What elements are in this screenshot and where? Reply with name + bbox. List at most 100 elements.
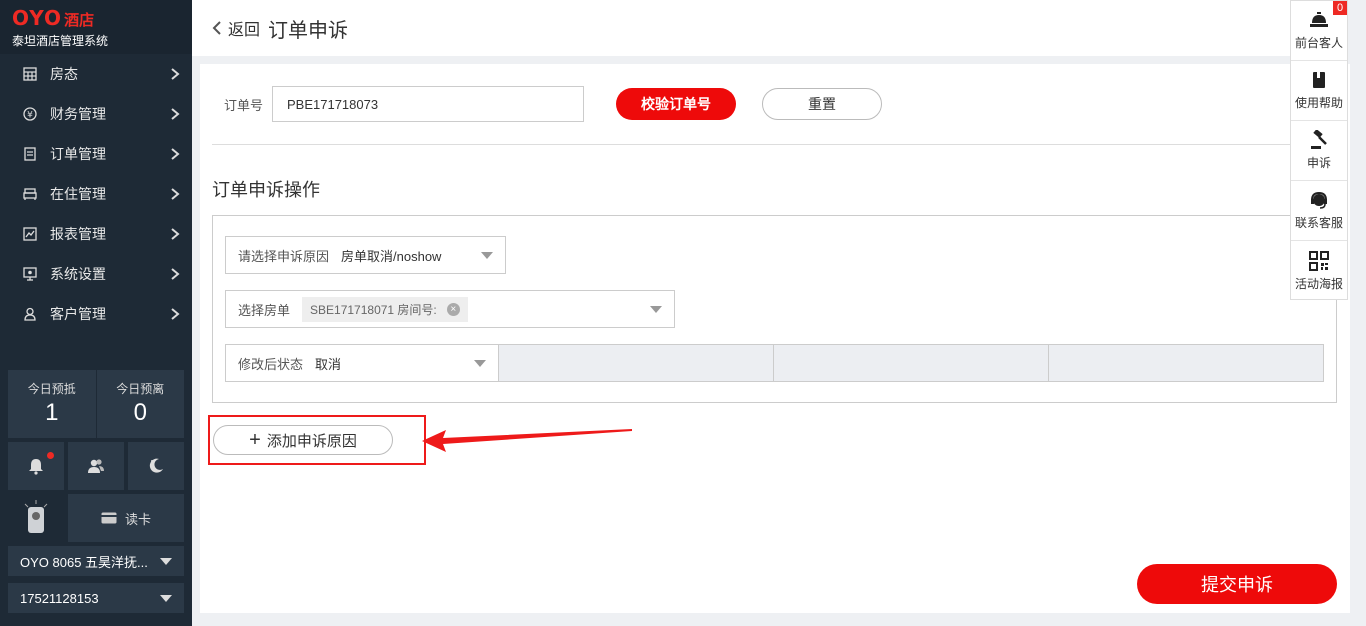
- notification-button[interactable]: [8, 442, 64, 490]
- read-card-button[interactable]: 读卡: [68, 494, 184, 542]
- night-audit-button[interactable]: [128, 442, 184, 490]
- sidebar-item-reports[interactable]: 报表管理: [0, 214, 192, 254]
- rail-help[interactable]: 使用帮助: [1291, 61, 1347, 121]
- sidebar: OYO 酒店 泰坦酒店管理系统 房态 ¥ 财务管理 订单管理 在住管理 报表管理…: [0, 0, 192, 626]
- appeal-form: 订单号 校验订单号 重置 订单申诉操作 请选择申诉原因 房单取消/noshow …: [200, 64, 1350, 613]
- order-list-icon: [22, 146, 38, 162]
- order-filter: 订单号: [224, 86, 584, 122]
- chevron-right-icon: [171, 188, 180, 200]
- chevron-right-icon: [171, 308, 180, 320]
- back-button[interactable]: 返回: [212, 16, 260, 40]
- hotel-select-value: OYO 8065 五昊洋抚...: [20, 554, 148, 570]
- chevron-right-icon: [171, 108, 180, 120]
- caret-down-icon: [481, 251, 493, 259]
- card-reader-device-icon: [8, 494, 64, 542]
- moon-icon: [149, 458, 163, 473]
- plus-icon: +: [249, 429, 261, 451]
- chevron-left-icon: [212, 21, 221, 35]
- stat-label: 今日预抵: [27, 382, 76, 396]
- status-row: 修改后状态 取消: [225, 344, 1324, 382]
- order-number-input[interactable]: [272, 86, 584, 122]
- rail-item-label: 使用帮助: [1294, 96, 1343, 110]
- logo: OYO 酒店 泰坦酒店管理系统: [0, 0, 192, 54]
- chevron-right-icon: [171, 148, 180, 160]
- card-reader-row: 读卡: [8, 494, 184, 542]
- room-order-select[interactable]: 选择房单 SBE171718071 房间号: ×: [225, 290, 675, 328]
- verify-order-button[interactable]: 校验订单号: [616, 88, 736, 120]
- chevron-right-icon: [171, 268, 180, 280]
- sidebar-item-label: 在住管理: [50, 186, 106, 202]
- person-icon: [22, 306, 38, 322]
- rail-poster[interactable]: 活动海报: [1291, 241, 1347, 301]
- disabled-field: [1049, 345, 1323, 381]
- highlight-box: + 添加申诉原因: [208, 415, 426, 465]
- gavel-icon: [1309, 130, 1329, 150]
- headset-icon: [1309, 190, 1329, 210]
- stat-value: 1: [45, 399, 59, 426]
- today-stats: 今日预抵 1 今日预离 0: [8, 370, 184, 438]
- rail-item-label: 联系客服: [1294, 216, 1343, 230]
- close-icon[interactable]: ×: [446, 302, 460, 316]
- account-select-value: 17521128153: [20, 590, 99, 606]
- room-order-chip-text: SBE171718071 房间号:: [310, 302, 437, 317]
- disabled-field: [499, 345, 774, 381]
- sidebar-item-settings[interactable]: 系统设置: [0, 254, 192, 294]
- section-title: 订单申诉操作: [212, 180, 320, 200]
- add-appeal-reason-button[interactable]: + 添加申诉原因: [213, 425, 393, 455]
- order-number-label: 订单号: [224, 97, 264, 113]
- submit-appeal-button[interactable]: 提交申诉: [1137, 564, 1337, 604]
- system-name: 泰坦酒店管理系统: [12, 34, 109, 48]
- caret-down-icon: [650, 305, 662, 313]
- sidebar-nav: 房态 ¥ 财务管理 订单管理 在住管理 报表管理 系统设置 客户管理: [0, 54, 192, 334]
- rail-item-label: 前台客人: [1294, 36, 1343, 50]
- annotation-arrow-icon: [422, 429, 632, 452]
- appeal-reason-panel: 请选择申诉原因 房单取消/noshow 选择房单 SBE171718071 房间…: [212, 215, 1337, 403]
- yen-icon: ¥: [22, 106, 38, 122]
- sidebar-item-room-status[interactable]: 房态: [0, 54, 192, 94]
- sidebar-item-label: 订单管理: [50, 146, 106, 162]
- guests-button[interactable]: [68, 442, 124, 490]
- rail-item-label: 活动海报: [1294, 276, 1343, 291]
- read-card-label: 读卡: [124, 511, 151, 527]
- sidebar-item-in-house[interactable]: 在住管理: [0, 174, 192, 214]
- settings-monitor-icon: [22, 266, 38, 282]
- card-icon: [101, 512, 117, 524]
- caret-down-icon: [160, 594, 172, 602]
- stat-departures[interactable]: 今日预离 0: [95, 370, 185, 438]
- rail-customer-service[interactable]: 联系客服: [1291, 181, 1347, 241]
- stat-arrivals[interactable]: 今日预抵 1: [8, 370, 96, 438]
- sidebar-item-label: 客户管理: [50, 306, 106, 322]
- rail-badge: 0: [1333, 1, 1347, 15]
- new-status-label: 修改后状态: [238, 356, 304, 372]
- stat-label: 今日预离: [116, 382, 165, 396]
- appeal-reason-select[interactable]: 请选择申诉原因 房单取消/noshow: [225, 236, 506, 274]
- room-order-label: 选择房单: [238, 302, 291, 318]
- reset-button[interactable]: 重置: [762, 88, 882, 120]
- qr-code-icon: [1309, 250, 1329, 271]
- rail-appeal[interactable]: 申诉: [1291, 121, 1347, 181]
- hotel-select[interactable]: OYO 8065 五昊洋抚...: [8, 546, 184, 576]
- new-status-value: 取消: [315, 356, 342, 372]
- users-icon: [88, 459, 104, 473]
- new-status-select[interactable]: 修改后状态 取消: [226, 345, 499, 381]
- rail-front-desk-guests[interactable]: 0 前台客人: [1291, 1, 1347, 61]
- caret-down-icon: [474, 359, 486, 367]
- svg-text:¥: ¥: [27, 111, 33, 121]
- page-header: 返回 订单申诉: [192, 0, 1290, 56]
- account-select[interactable]: 17521128153: [8, 583, 184, 613]
- bed-icon: [22, 186, 38, 202]
- concierge-bell-icon: [1309, 10, 1329, 30]
- right-tool-rail: 0 前台客人 使用帮助 申诉 联系客服 活动海报: [1290, 0, 1348, 300]
- back-label: 返回: [228, 22, 261, 39]
- sidebar-item-finance[interactable]: ¥ 财务管理: [0, 94, 192, 134]
- chevron-right-icon: [171, 68, 180, 80]
- sidebar-item-orders[interactable]: 订单管理: [0, 134, 192, 174]
- sidebar-item-label: 房态: [50, 66, 78, 82]
- logo-brand: OYO: [12, 6, 63, 30]
- caret-down-icon: [160, 557, 172, 565]
- stat-value: 0: [133, 399, 147, 426]
- chart-icon: [22, 226, 38, 242]
- rail-item-label: 申诉: [1306, 156, 1331, 170]
- sidebar-item-customers[interactable]: 客户管理: [0, 294, 192, 334]
- room-order-chip: SBE171718071 房间号: ×: [302, 296, 468, 322]
